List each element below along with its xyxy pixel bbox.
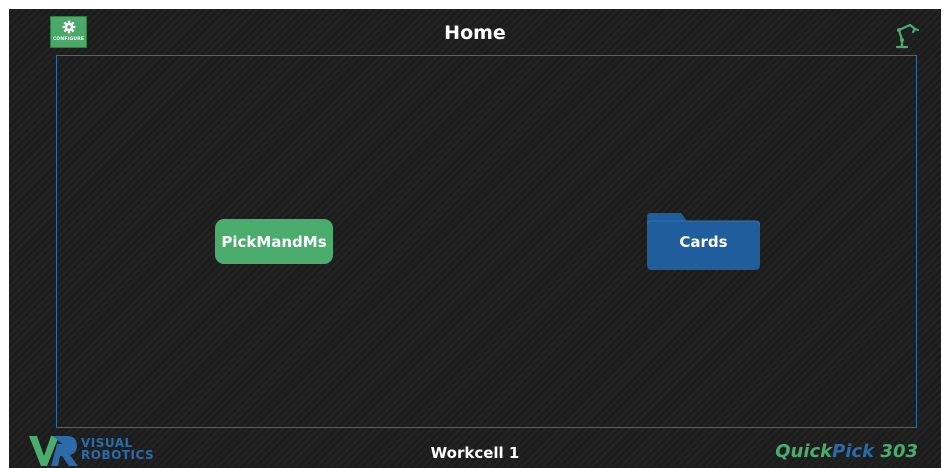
robot-arm-icon[interactable] (893, 21, 919, 49)
program-workspace: PickMandMs Cards (56, 55, 917, 428)
folder-label: Cards (679, 233, 728, 251)
quickpick-brand: QuickPick 303 (775, 441, 918, 462)
brand-part3: 303 (874, 441, 918, 462)
brand-part1: Quick (775, 441, 833, 462)
folder-button[interactable]: Cards (647, 213, 760, 270)
main-screen: CONFIGURE Home PickMandMs Cards VISUAL R… (9, 9, 941, 468)
page-title: Home (444, 22, 506, 44)
program-button[interactable]: PickMandMs (215, 219, 333, 264)
brand-part2: Pick (832, 441, 875, 462)
